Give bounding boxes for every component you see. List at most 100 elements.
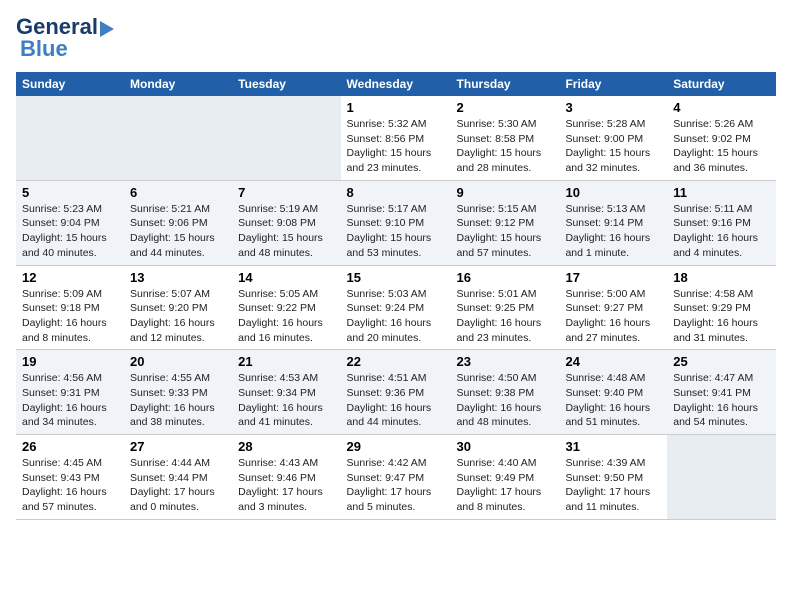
day-header-wednesday: Wednesday <box>341 72 451 96</box>
day-number: 7 <box>238 185 334 200</box>
calendar-cell: 29 Sunrise: 4:42 AM Sunset: 9:47 PM Dayli… <box>341 435 451 520</box>
day-header-tuesday: Tuesday <box>232 72 340 96</box>
calendar-cell: 16 Sunrise: 5:01 AM Sunset: 9:25 PM Dayli… <box>451 265 560 350</box>
calendar-cell: 26 Sunrise: 4:45 AM Sunset: 9:43 PM Dayli… <box>16 435 124 520</box>
calendar-cell: 15Sunrise: 5:03 AM Sunset: 9:24 PM Dayli… <box>341 265 451 350</box>
day-info: Sunrise: 4:43 AM Sunset: 9:46 PM Dayligh… <box>238 456 334 515</box>
day-info: Sunrise: 4:55 AM Sunset: 9:33 PM Dayligh… <box>130 371 226 430</box>
day-header-saturday: Saturday <box>667 72 776 96</box>
day-info: Sunrise: 5:32 AM Sunset: 8:56 PM Dayligh… <box>347 117 445 176</box>
calendar-cell: 27 Sunrise: 4:44 AM Sunset: 9:44 PM Dayli… <box>124 435 232 520</box>
day-info: Sunrise: 5:09 AM Sunset: 9:18 PM Dayligh… <box>22 287 118 346</box>
calendar-cell: 21 Sunrise: 4:53 AM Sunset: 9:34 PM Dayli… <box>232 350 340 435</box>
day-number: 8 <box>347 185 445 200</box>
calendar-cell: 7 Sunrise: 5:19 AM Sunset: 9:08 PM Daylig… <box>232 180 340 265</box>
day-info: Sunrise: 5:26 AM Sunset: 9:02 PM Dayligh… <box>673 117 770 176</box>
calendar-cell: 31 Sunrise: 4:39 AM Sunset: 9:50 PM Dayli… <box>559 435 667 520</box>
calendar-cell: 30 Sunrise: 4:40 AM Sunset: 9:49 PM Dayli… <box>451 435 560 520</box>
day-header-thursday: Thursday <box>451 72 560 96</box>
calendar-cell: 2 Sunrise: 5:30 AM Sunset: 8:58 PM Daylig… <box>451 96 560 180</box>
calendar-cell: 11Sunrise: 5:11 AM Sunset: 9:16 PM Dayli… <box>667 180 776 265</box>
calendar-cell: 6 Sunrise: 5:21 AM Sunset: 9:06 PM Daylig… <box>124 180 232 265</box>
day-number: 3 <box>565 100 661 115</box>
day-info: Sunrise: 4:42 AM Sunset: 9:47 PM Dayligh… <box>347 456 445 515</box>
day-info: Sunrise: 5:01 AM Sunset: 9:25 PM Dayligh… <box>457 287 554 346</box>
calendar-cell: 19Sunrise: 4:56 AM Sunset: 9:31 PM Dayli… <box>16 350 124 435</box>
calendar-cell <box>124 96 232 180</box>
calendar-cell: 3 Sunrise: 5:28 AM Sunset: 9:00 PM Daylig… <box>559 96 667 180</box>
day-number: 12 <box>22 270 118 285</box>
day-number: 29 <box>347 439 445 454</box>
day-info: Sunrise: 4:40 AM Sunset: 9:49 PM Dayligh… <box>457 456 554 515</box>
day-info: Sunrise: 4:39 AM Sunset: 9:50 PM Dayligh… <box>565 456 661 515</box>
day-number: 27 <box>130 439 226 454</box>
calendar-cell: 18 Sunrise: 4:58 AM Sunset: 9:29 PM Dayli… <box>667 265 776 350</box>
day-number: 19 <box>22 354 118 369</box>
day-number: 31 <box>565 439 661 454</box>
days-header-row: SundayMondayTuesdayWednesdayThursdayFrid… <box>16 72 776 96</box>
calendar-cell: 25 Sunrise: 4:47 AM Sunset: 9:41 PM Dayli… <box>667 350 776 435</box>
calendar-cell: 4 Sunrise: 5:26 AM Sunset: 9:02 PM Daylig… <box>667 96 776 180</box>
week-row-2: 5 Sunrise: 5:23 AM Sunset: 9:04 PM Daylig… <box>16 180 776 265</box>
day-number: 13 <box>130 270 226 285</box>
calendar-cell: 28 Sunrise: 4:43 AM Sunset: 9:46 PM Dayli… <box>232 435 340 520</box>
page-header: General Blue <box>16 16 776 60</box>
day-info: Sunrise: 5:21 AM Sunset: 9:06 PM Dayligh… <box>130 202 226 261</box>
day-header-friday: Friday <box>559 72 667 96</box>
day-number: 20 <box>130 354 226 369</box>
calendar-cell <box>232 96 340 180</box>
day-number: 5 <box>22 185 118 200</box>
day-info: Sunrise: 5:15 AM Sunset: 9:12 PM Dayligh… <box>457 202 554 261</box>
day-number: 1 <box>347 100 445 115</box>
calendar-cell: 1 Sunrise: 5:32 AM Sunset: 8:56 PM Daylig… <box>341 96 451 180</box>
week-row-4: 19Sunrise: 4:56 AM Sunset: 9:31 PM Dayli… <box>16 350 776 435</box>
day-info: Sunrise: 5:17 AM Sunset: 9:10 PM Dayligh… <box>347 202 445 261</box>
day-number: 30 <box>457 439 554 454</box>
day-number: 6 <box>130 185 226 200</box>
day-info: Sunrise: 4:48 AM Sunset: 9:40 PM Dayligh… <box>565 371 661 430</box>
logo-arrow-icon <box>100 21 114 37</box>
day-number: 2 <box>457 100 554 115</box>
day-info: Sunrise: 5:19 AM Sunset: 9:08 PM Dayligh… <box>238 202 334 261</box>
day-number: 4 <box>673 100 770 115</box>
day-header-monday: Monday <box>124 72 232 96</box>
day-number: 18 <box>673 270 770 285</box>
day-number: 15 <box>347 270 445 285</box>
day-number: 26 <box>22 439 118 454</box>
day-number: 17 <box>565 270 661 285</box>
day-number: 11 <box>673 185 770 200</box>
day-number: 16 <box>457 270 554 285</box>
day-number: 21 <box>238 354 334 369</box>
day-number: 28 <box>238 439 334 454</box>
logo: General Blue <box>16 16 114 60</box>
day-info: Sunrise: 5:23 AM Sunset: 9:04 PM Dayligh… <box>22 202 118 261</box>
day-info: Sunrise: 4:45 AM Sunset: 9:43 PM Dayligh… <box>22 456 118 515</box>
day-info: Sunrise: 4:44 AM Sunset: 9:44 PM Dayligh… <box>130 456 226 515</box>
day-info: Sunrise: 5:00 AM Sunset: 9:27 PM Dayligh… <box>565 287 661 346</box>
day-info: Sunrise: 5:05 AM Sunset: 9:22 PM Dayligh… <box>238 287 334 346</box>
day-header-sunday: Sunday <box>16 72 124 96</box>
day-info: Sunrise: 4:53 AM Sunset: 9:34 PM Dayligh… <box>238 371 334 430</box>
day-number: 23 <box>457 354 554 369</box>
day-info: Sunrise: 4:47 AM Sunset: 9:41 PM Dayligh… <box>673 371 770 430</box>
calendar-cell: 8 Sunrise: 5:17 AM Sunset: 9:10 PM Daylig… <box>341 180 451 265</box>
day-number: 25 <box>673 354 770 369</box>
day-number: 22 <box>347 354 445 369</box>
day-number: 9 <box>457 185 554 200</box>
calendar-cell: 23Sunrise: 4:50 AM Sunset: 9:38 PM Dayli… <box>451 350 560 435</box>
day-info: Sunrise: 5:28 AM Sunset: 9:00 PM Dayligh… <box>565 117 661 176</box>
day-info: Sunrise: 4:58 AM Sunset: 9:29 PM Dayligh… <box>673 287 770 346</box>
calendar-cell: 24 Sunrise: 4:48 AM Sunset: 9:40 PM Dayli… <box>559 350 667 435</box>
calendar-cell <box>667 435 776 520</box>
calendar-cell: 5 Sunrise: 5:23 AM Sunset: 9:04 PM Daylig… <box>16 180 124 265</box>
calendar-cell: 9 Sunrise: 5:15 AM Sunset: 9:12 PM Daylig… <box>451 180 560 265</box>
calendar-cell: 13Sunrise: 5:07 AM Sunset: 9:20 PM Dayli… <box>124 265 232 350</box>
day-info: Sunrise: 5:30 AM Sunset: 8:58 PM Dayligh… <box>457 117 554 176</box>
week-row-5: 26 Sunrise: 4:45 AM Sunset: 9:43 PM Dayli… <box>16 435 776 520</box>
calendar-cell: 12 Sunrise: 5:09 AM Sunset: 9:18 PM Dayli… <box>16 265 124 350</box>
day-number: 24 <box>565 354 661 369</box>
calendar-cell: 10Sunrise: 5:13 AM Sunset: 9:14 PM Dayli… <box>559 180 667 265</box>
calendar-cell: 17 Sunrise: 5:00 AM Sunset: 9:27 PM Dayli… <box>559 265 667 350</box>
calendar-cell: 14Sunrise: 5:05 AM Sunset: 9:22 PM Dayli… <box>232 265 340 350</box>
week-row-1: 1 Sunrise: 5:32 AM Sunset: 8:56 PM Daylig… <box>16 96 776 180</box>
